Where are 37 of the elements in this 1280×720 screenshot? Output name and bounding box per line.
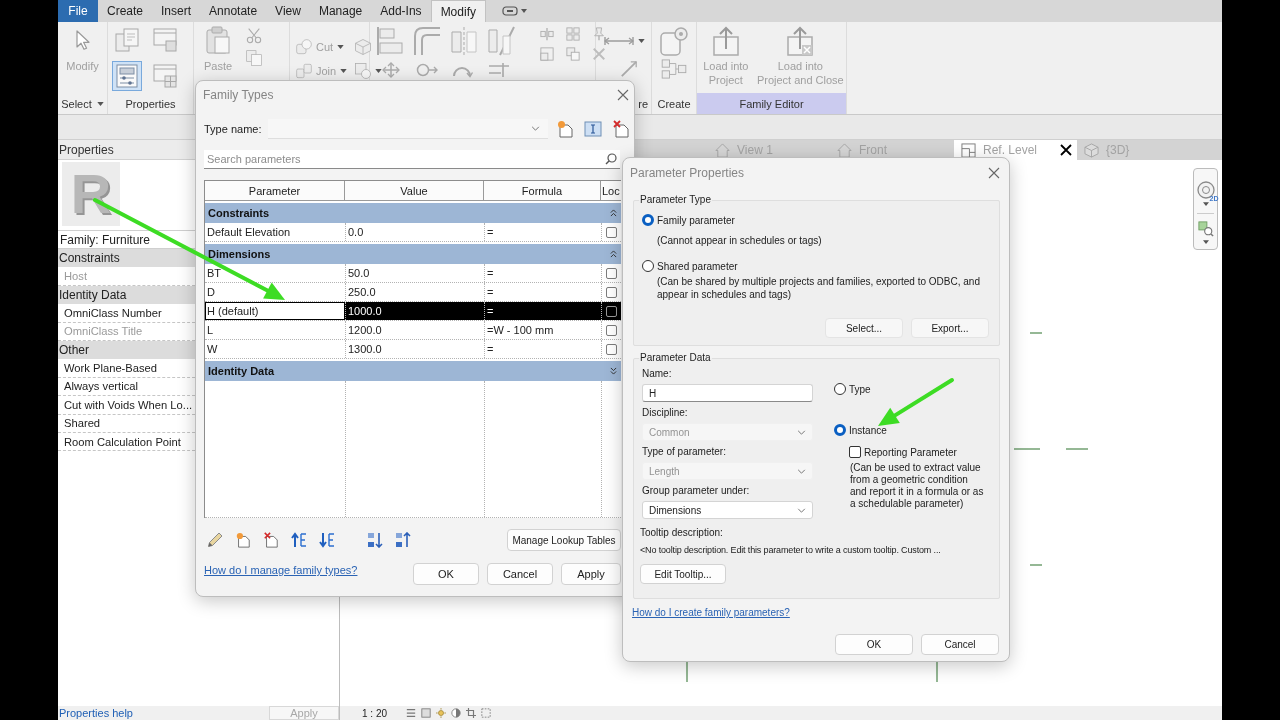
property-name: OmniClass Title [64, 325, 143, 338]
field-label: Discipline: [642, 407, 689, 419]
radio-label: Family parameter [657, 214, 735, 226]
panel-title: Family Editor [697, 93, 846, 114]
panel-title: Properties [125, 97, 176, 110]
field-label: Name: [642, 368, 673, 380]
tooltip-text: <No tooltip description. Edit this parameter to write a custom tooltip. Custom ... [640, 544, 942, 556]
category-label: Other [59, 343, 89, 358]
property-name: Room Calculation Point [64, 435, 181, 448]
radio-label: Instance [849, 424, 887, 436]
property-name: OmniClass Number [64, 306, 162, 319]
property-name: Shared [64, 417, 101, 430]
group-label: Parameter Type [639, 194, 712, 206]
property-name: Cut with Voids When Lo... [64, 398, 193, 411]
dialog-title: Family Types [203, 87, 274, 102]
field-label: Type of parameter: [642, 446, 727, 458]
property-name: Host [64, 270, 87, 283]
panel-title: re [638, 97, 648, 110]
option-note: (Can be shared by multiple projects and families, exported to ODBC, and appear in schedules and tags) [657, 275, 981, 301]
field-label: Tooltip description: [640, 527, 724, 539]
option-note: (Can be used to extract value from a geometric condition and report it in a formula or as a schedulable parameter) [850, 462, 985, 510]
group-label: Identity Data [208, 365, 274, 377]
group-label: Parameter Data [639, 352, 712, 364]
category-label: Identity Data [59, 287, 127, 302]
field-label: Group parameter under: [642, 485, 751, 497]
group-label: Dimensions [208, 248, 271, 260]
field-label: Type name: [204, 123, 263, 135]
checkbox-label: Reporting Parameter [864, 446, 957, 458]
option-note: (Cannot appear in schedules or tags) [657, 234, 823, 247]
dialog-title: Parameter Properties [630, 166, 745, 180]
radio-label: Type [849, 383, 871, 395]
radio-label: Shared parameter [657, 260, 738, 272]
category-label: Constraints [59, 251, 120, 266]
panel-title: Create [657, 97, 691, 110]
group-label: Constraints [208, 207, 270, 219]
property-name: Work Plane-Based [64, 362, 158, 375]
property-name: Always vertical [64, 380, 138, 393]
